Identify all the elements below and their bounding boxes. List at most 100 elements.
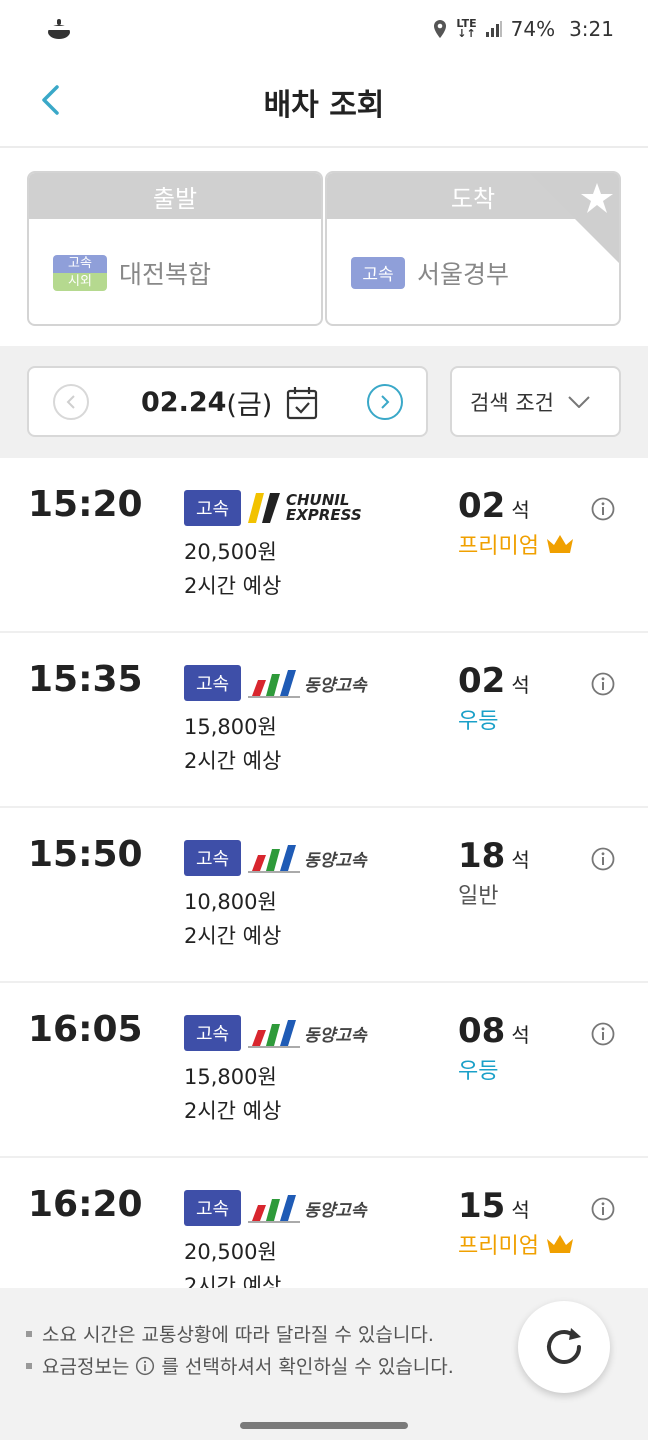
- status-bar: LTE ↓↑ 74% 3:21: [0, 0, 648, 58]
- seat-count: 08: [458, 1011, 506, 1051]
- trip-row[interactable]: 15:35 고속 동양고속 15,800원 2시간 예상 02 석 우등: [0, 633, 648, 808]
- bus-company-logo: 동양고속: [248, 1188, 367, 1228]
- remaining-seats: 08 석: [458, 1011, 530, 1051]
- fare: 10,800원: [184, 890, 277, 914]
- previous-day-button[interactable]: [53, 384, 89, 420]
- remaining-seats: 15 석: [458, 1186, 530, 1226]
- seat-class: 프리미엄: [458, 1228, 575, 1260]
- search-filter-dropdown[interactable]: 검색 조건: [450, 366, 621, 437]
- seat-unit: 석: [511, 498, 530, 522]
- info-icon[interactable]: [591, 497, 615, 521]
- back-button[interactable]: [30, 80, 70, 120]
- remaining-seats: 02 석: [458, 486, 530, 526]
- seat-count: 02: [458, 486, 506, 526]
- info-icon[interactable]: [591, 1197, 615, 1221]
- clock: 3:21: [569, 17, 614, 41]
- chevron-left-icon: [42, 85, 59, 115]
- arrival-selector[interactable]: 도착 고속 서울경부: [325, 171, 621, 326]
- trip-row[interactable]: 15:50 고속 동양고속 10,800원 2시간 예상 18 석 일반: [0, 808, 648, 983]
- remaining-seats: 02 석: [458, 661, 530, 701]
- bus-grade-badge: 고속: [184, 1015, 241, 1051]
- crown-icon: [546, 535, 573, 553]
- bus-grade-badge: 고속: [184, 840, 241, 876]
- calendar-icon: [287, 386, 318, 419]
- seat-unit: 석: [511, 673, 530, 697]
- filter-label: 검색 조건: [470, 390, 554, 415]
- signal-icon: [485, 21, 502, 37]
- chevron-left-icon: [66, 395, 75, 409]
- seat-class-label: 우등: [458, 709, 499, 734]
- notice-text: 소요 시간은 교통상황에 따라 달라질 수 있습니다.: [42, 1324, 434, 1346]
- refresh-button[interactable]: [518, 1301, 610, 1393]
- chevron-down-icon: [568, 395, 590, 408]
- bullet: [26, 1330, 32, 1337]
- chevron-right-icon: [381, 395, 390, 409]
- seat-count: 02: [458, 661, 506, 701]
- company-name: 동양고속: [304, 850, 367, 871]
- trip-row[interactable]: 16:20 고속 동양고속 20,500원 2시간 예상 15 석 프리미엄: [0, 1158, 648, 1288]
- badge-express: 고속: [53, 254, 107, 273]
- terminal-type-badge: 고속 시외: [53, 254, 107, 291]
- estimated-duration: 2시간 예상: [184, 574, 282, 598]
- notice-text: 요금정보는: [42, 1356, 130, 1378]
- bus-company-logo: 동양고속: [248, 1013, 367, 1053]
- bus-grade-badge: 고속: [184, 665, 241, 701]
- date-selector: 02.24 (금): [27, 366, 428, 437]
- bus-grade-badge: 고속: [184, 490, 241, 526]
- seat-class-label: 프리미엄: [458, 1234, 539, 1259]
- info-icon[interactable]: [591, 672, 615, 696]
- seat-unit: 석: [511, 848, 530, 872]
- seat-class-label: 일반: [458, 884, 499, 909]
- departure-place: 대전복합: [119, 259, 212, 289]
- seat-class-label: 우등: [458, 1059, 499, 1084]
- refresh-icon: [547, 1328, 581, 1364]
- company-name: 동양고속: [304, 675, 367, 696]
- seat-class-label: 프리미엄: [458, 534, 539, 559]
- app-notification-icon: [48, 19, 70, 39]
- bus-company-logo: CHUNIL EXPRESS: [248, 488, 362, 528]
- notice-text: 를 선택하셔서 확인하실 수 있습니다.: [161, 1356, 454, 1378]
- dongyang-logo-mark: [248, 1195, 300, 1223]
- seat-unit: 석: [511, 1023, 530, 1047]
- crown-icon: [546, 1235, 573, 1253]
- departure-time: 15:50: [28, 834, 143, 875]
- notice-line: 요금정보는 를 선택하셔서 확인하실 수 있습니다.: [26, 1352, 454, 1379]
- seat-class: 프리미엄: [458, 528, 575, 560]
- departure-time: 15:35: [28, 659, 143, 700]
- next-day-button[interactable]: [367, 384, 403, 420]
- seat-count: 15: [458, 1186, 506, 1226]
- notice-line: 소요 시간은 교통상황에 따라 달라질 수 있습니다.: [26, 1320, 434, 1347]
- departure-selector[interactable]: 출발 고속 시외 대전복합: [27, 171, 323, 326]
- app-header: 배차 조회: [0, 58, 648, 148]
- location-icon: [434, 20, 447, 38]
- bus-grade-badge: 고속: [184, 1190, 241, 1226]
- dongyang-logo-mark: [248, 1020, 300, 1048]
- company-name: CHUNIL EXPRESS: [286, 491, 362, 524]
- company-name: 동양고속: [304, 1025, 367, 1046]
- home-indicator[interactable]: [240, 1422, 408, 1429]
- departure-time: 16:20: [28, 1184, 143, 1225]
- bus-company-logo: 동양고속: [248, 838, 367, 878]
- date-display[interactable]: 02.24 (금): [141, 383, 318, 422]
- departure-time: 15:20: [28, 484, 143, 525]
- dongyang-logo-mark: [248, 670, 300, 698]
- battery-level: 74%: [510, 17, 556, 41]
- remaining-seats: 18 석: [458, 836, 530, 876]
- favorite-star-icon[interactable]: [529, 173, 619, 263]
- terminal-type-badge: 고속: [351, 256, 405, 289]
- estimated-duration: 2시간 예상: [184, 1274, 282, 1288]
- bus-company-logo: 동양고속: [248, 663, 367, 703]
- route-section: 출발 고속 시외 대전복합 도착 고속 서울경부: [0, 150, 648, 346]
- fare: 15,800원: [184, 1065, 277, 1089]
- trip-row[interactable]: 15:20 고속 CHUNIL EXPRESS 20,500원 2시간 예상 02…: [0, 458, 648, 633]
- fare: 20,500원: [184, 1240, 277, 1264]
- estimated-duration: 2시간 예상: [184, 749, 282, 773]
- arrival-place: 서울경부: [417, 259, 510, 289]
- network-indicator: LTE ↓↑: [456, 17, 477, 40]
- info-icon[interactable]: [591, 847, 615, 871]
- date-value: 02.24: [141, 387, 227, 418]
- info-icon: [136, 1356, 155, 1375]
- estimated-duration: 2시간 예상: [184, 1099, 282, 1123]
- trip-row[interactable]: 16:05 고속 동양고속 15,800원 2시간 예상 08 석 우등: [0, 983, 648, 1158]
- info-icon[interactable]: [591, 1022, 615, 1046]
